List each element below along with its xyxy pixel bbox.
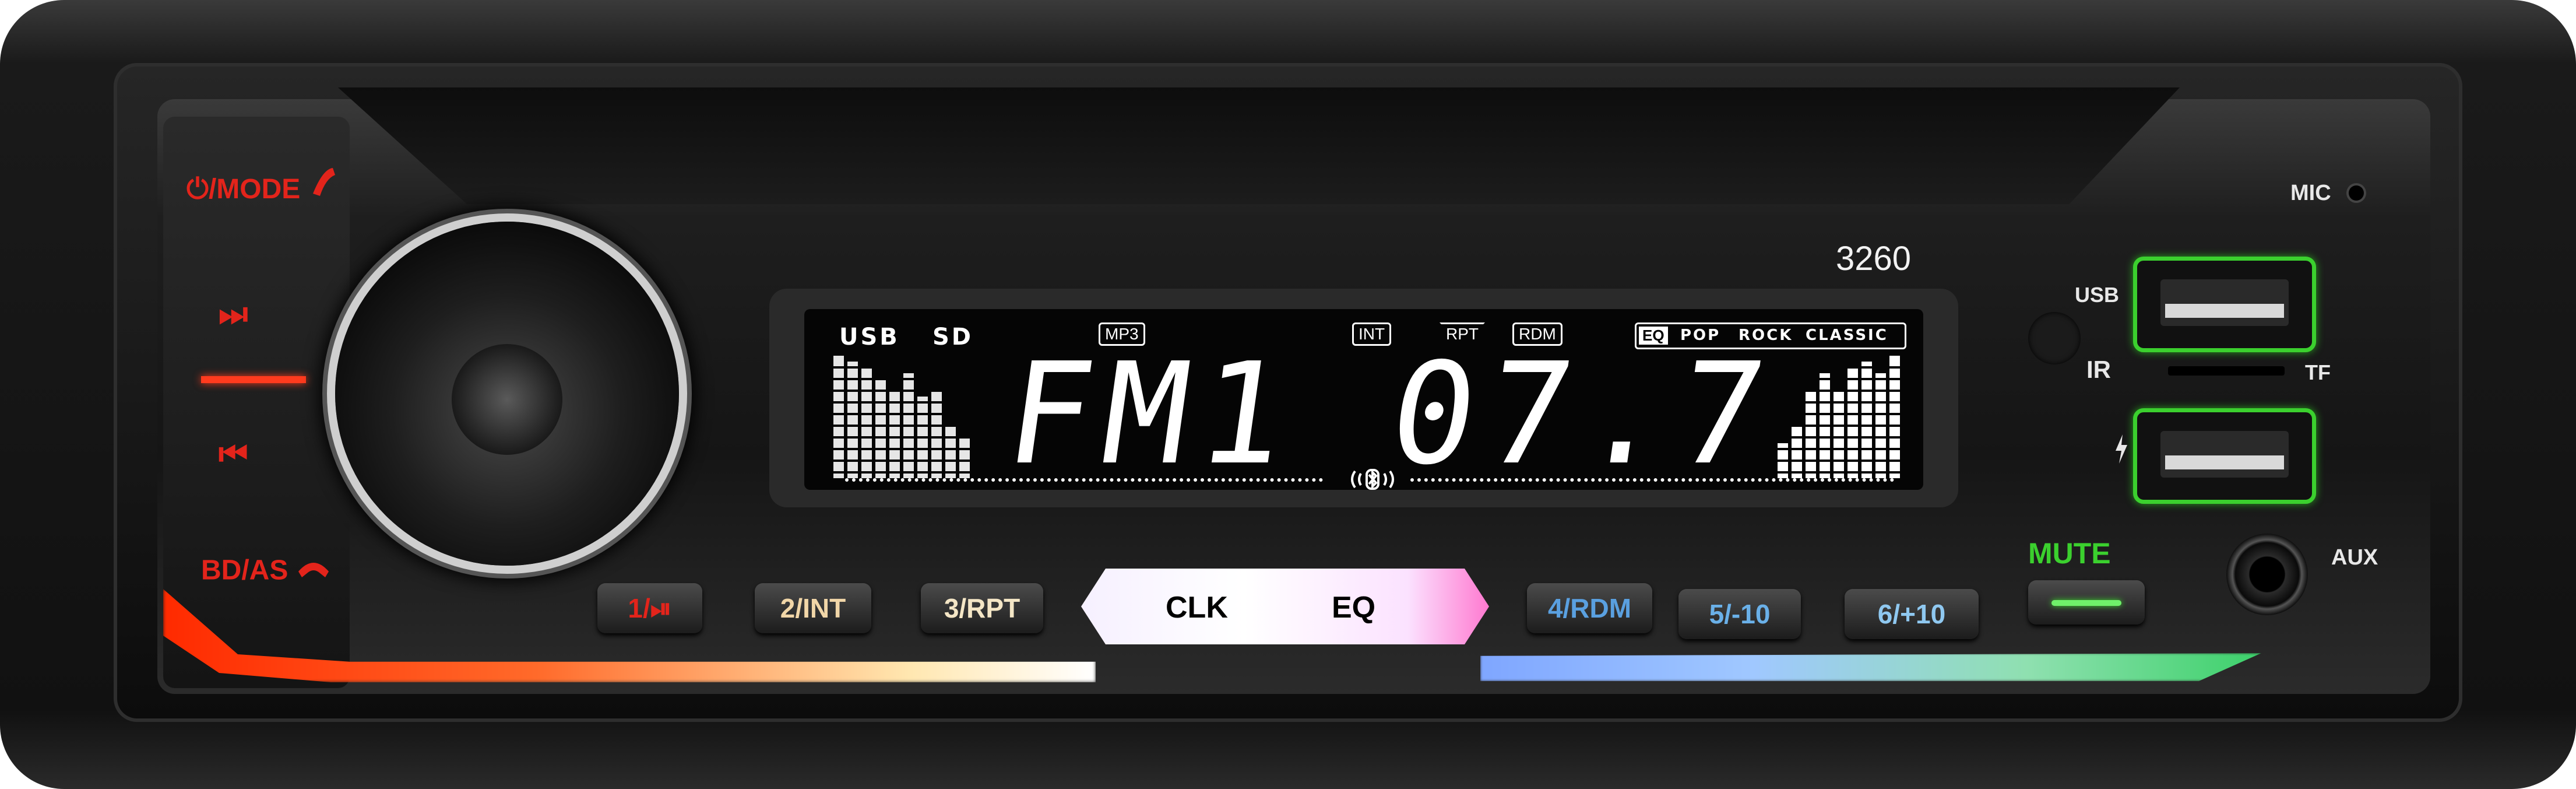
prev-icon: ⏮ — [219, 435, 248, 472]
prev-track-button[interactable]: ⏮ — [219, 434, 248, 474]
volume-knob[interactable] — [335, 222, 679, 566]
source-usb: USB — [839, 324, 900, 350]
mute-led — [2051, 600, 2121, 606]
spectrum-right — [1778, 356, 1912, 478]
aux-jack[interactable] — [2226, 534, 2308, 615]
spectrum-left — [833, 356, 979, 478]
bdas-button[interactable]: BD/AS — [201, 554, 331, 590]
tf-card-slot[interactable] — [2168, 366, 2285, 376]
preset-2-int-button[interactable]: 2/INT — [755, 583, 871, 633]
bdas-label: BD/AS — [201, 555, 288, 586]
red-indicator-bar — [201, 376, 306, 383]
mode-label: ⏻/MODE — [186, 174, 301, 205]
mute-label: MUTE — [2028, 537, 2111, 570]
preset-3-rpt-button[interactable]: 3/RPT — [921, 583, 1043, 633]
lcd-dotted-line-right — [1410, 478, 1894, 482]
preset-5-minus10-button[interactable]: 5/-10 — [1678, 589, 1801, 639]
eq-mode-classic: CLASSIC — [1806, 327, 1888, 344]
model-number: 3260 — [1836, 240, 1912, 278]
clk-eq-button-group — [1081, 569, 1489, 644]
phone-icon — [296, 554, 331, 590]
source-sd: SD — [932, 324, 974, 350]
mic-label: MIC — [2290, 181, 2331, 205]
right-glow-strip — [1480, 653, 2261, 681]
lightning-icon — [2114, 434, 2128, 467]
usb-label: USB — [2075, 283, 2120, 307]
usb-port-2[interactable] — [2133, 408, 2316, 504]
ir-sensor — [2028, 312, 2081, 364]
microphone-hole — [2349, 185, 2364, 201]
bluetooth-icon — [1343, 465, 1402, 496]
mute-button[interactable] — [2028, 580, 2145, 625]
top-flap — [338, 87, 2180, 204]
mode-button[interactable]: ⏻/MODE — [186, 163, 337, 206]
preset-6-plus10-button[interactable]: 6/+10 — [1845, 589, 1979, 639]
clk-button[interactable]: CLK — [1166, 590, 1228, 625]
next-icon: ⏭ — [219, 295, 248, 332]
usb-port-1[interactable] — [2133, 257, 2316, 352]
eq-button[interactable]: EQ — [1332, 590, 1375, 625]
preset-1-play-pause-button[interactable]: 1/⏯ — [597, 583, 702, 633]
preset-4-rdm-button[interactable]: 4/RDM — [1527, 583, 1652, 633]
hangup-icon — [308, 163, 337, 205]
next-track-button[interactable]: ⏭ — [219, 294, 248, 334]
ir-label: IR — [2086, 356, 2111, 383]
tf-label: TF — [2305, 360, 2331, 384]
frequency-readout: FM1 07.7 — [997, 332, 1787, 496]
aux-label: AUX — [2331, 545, 2378, 570]
lcd-dotted-line-left — [845, 478, 1323, 482]
